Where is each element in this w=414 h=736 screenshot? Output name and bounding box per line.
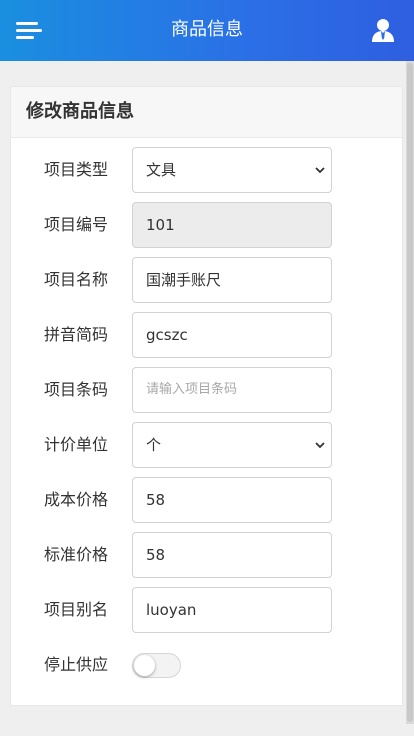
card-header: 修改商品信息 bbox=[11, 87, 402, 138]
cost-price-input[interactable]: 58 bbox=[132, 477, 332, 523]
standard-price-input[interactable]: 58 bbox=[132, 532, 332, 578]
item-name-input[interactable]: 国潮手账尺 bbox=[132, 257, 332, 303]
unit-select[interactable]: 个 bbox=[132, 422, 332, 468]
app-header: 商品信息 bbox=[0, 0, 414, 61]
field-label: 标准价格 bbox=[44, 545, 109, 564]
field-label: 项目别名 bbox=[44, 600, 109, 619]
field-row-cost: 成本价格 58 bbox=[11, 477, 404, 523]
field-row-barcode: 项目条码 请输入项目条码 bbox=[11, 367, 404, 413]
barcode-input[interactable]: 请输入项目条码 bbox=[132, 367, 332, 413]
field-label: 项目条码 bbox=[44, 380, 109, 399]
select-value: 个 bbox=[146, 436, 162, 454]
alias-input[interactable]: luoyan bbox=[132, 587, 332, 633]
scrollbar[interactable] bbox=[406, 61, 414, 724]
scrollbar-thumb[interactable] bbox=[407, 63, 413, 722]
field-row-standard: 标准价格 58 bbox=[11, 532, 404, 578]
edit-product-card: 修改商品信息 项目类型 文具 项目编号 101 项目名称 国潮手账尺 拼音简码 … bbox=[10, 86, 403, 706]
select-value: 文具 bbox=[146, 161, 177, 179]
field-label: 项目编号 bbox=[44, 215, 109, 234]
field-label: 成本价格 bbox=[44, 490, 109, 509]
field-label: 项目名称 bbox=[44, 270, 109, 289]
pinyin-code-input[interactable]: gcszc bbox=[132, 312, 332, 358]
item-type-select[interactable]: 文具 bbox=[132, 147, 332, 193]
page-title: 商品信息 bbox=[171, 19, 243, 40]
field-row-alias: 项目别名 luoyan bbox=[11, 587, 404, 633]
field-label: 项目类型 bbox=[44, 160, 109, 179]
field-row-stop-supply: 停止供应 bbox=[11, 651, 404, 681]
form-title: 修改商品信息 bbox=[26, 101, 134, 122]
field-label: 停止供应 bbox=[44, 655, 109, 674]
field-label: 计价单位 bbox=[44, 435, 109, 454]
item-code-field: 101 bbox=[132, 202, 332, 248]
field-row-type: 项目类型 文具 bbox=[11, 147, 404, 193]
chevron-down-icon bbox=[315, 442, 325, 449]
field-row-code: 项目编号 101 bbox=[11, 202, 404, 248]
stop-supply-toggle[interactable] bbox=[132, 653, 181, 678]
toggle-knob bbox=[134, 655, 155, 676]
field-label: 拼音简码 bbox=[44, 325, 109, 344]
user-icon[interactable] bbox=[372, 18, 394, 42]
field-row-name: 项目名称 国潮手账尺 bbox=[11, 257, 404, 303]
chevron-down-icon bbox=[315, 167, 325, 174]
field-row-pinyin: 拼音简码 gcszc bbox=[11, 312, 404, 358]
field-row-unit: 计价单位 个 bbox=[11, 422, 404, 468]
